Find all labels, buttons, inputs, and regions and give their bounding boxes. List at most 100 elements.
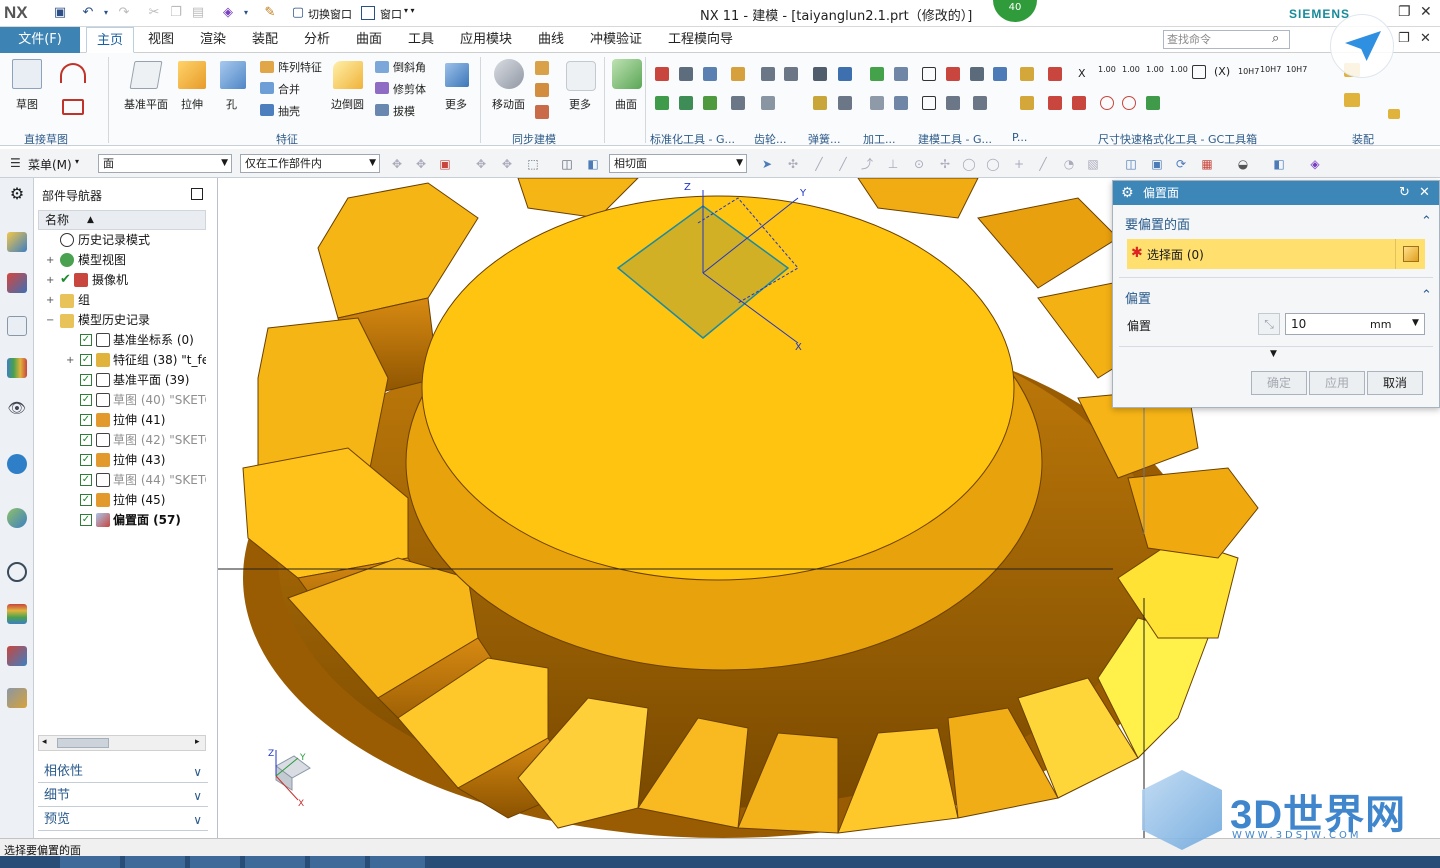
gc-tool-6-icon[interactable] bbox=[679, 96, 693, 110]
select-region-icon[interactable]: ⬚ bbox=[526, 157, 540, 171]
rotate-view-icon[interactable]: ⟳ bbox=[1174, 157, 1188, 171]
tree-item-sketch-42[interactable]: ✓ 草图 (42) "SKETC bbox=[80, 431, 206, 449]
dialog-gear-icon[interactable]: ⚙ bbox=[1121, 181, 1134, 205]
touch-mode-icon[interactable]: ✎ bbox=[262, 5, 278, 21]
p-tool-1-icon[interactable] bbox=[1020, 67, 1034, 81]
tab-surface[interactable]: 曲面 bbox=[356, 27, 382, 53]
info-icon[interactable] bbox=[7, 454, 27, 474]
section-faces-to-offset[interactable]: 要偏置的面 ⌃ bbox=[1125, 214, 1432, 233]
checkbox-checked-icon[interactable]: ✓ bbox=[80, 494, 92, 506]
tree-item-feature-group[interactable]: ✓特征组 (38) "t_fea bbox=[80, 351, 206, 369]
settings-gear-icon[interactable]: ⚙ bbox=[7, 184, 27, 204]
pattern-feature-icon[interactable] bbox=[260, 61, 274, 73]
spring-tool-2-icon[interactable] bbox=[838, 67, 852, 81]
chamfer-icon[interactable] bbox=[375, 61, 389, 73]
scroll-thumb[interactable] bbox=[57, 738, 109, 748]
gc-tool-1-icon[interactable] bbox=[655, 67, 669, 81]
snap-tool-3-icon[interactable]: ⤴ bbox=[860, 157, 874, 171]
tab-assembly[interactable]: 装配 bbox=[252, 27, 278, 53]
ok-button[interactable]: 确定 bbox=[1251, 371, 1307, 395]
gc-tool-8-icon[interactable] bbox=[731, 96, 745, 110]
machining-tool-3-icon[interactable] bbox=[870, 96, 884, 110]
machining-tool-4-icon[interactable] bbox=[894, 96, 908, 110]
tab-application[interactable]: 应用模块 bbox=[460, 27, 512, 53]
snap-mid-icon[interactable]: ╱ bbox=[836, 157, 850, 171]
tree-item-sketch-40[interactable]: ✓ 草图 (40) "SKETC bbox=[80, 391, 206, 409]
view-tool-3-icon[interactable]: ▦ bbox=[1200, 157, 1214, 171]
modeling-tool-6-icon[interactable] bbox=[946, 96, 960, 110]
close-doc-icon[interactable]: ✕ bbox=[1420, 31, 1431, 46]
repeat-dropdown-icon[interactable]: ▾ bbox=[238, 5, 254, 21]
scroll-right-icon[interactable]: ▸ bbox=[195, 737, 200, 747]
rectangle-icon[interactable] bbox=[62, 99, 84, 115]
more-features-button[interactable]: 更多 bbox=[445, 96, 467, 112]
dim-tag-6[interactable]: 10H7 bbox=[1260, 65, 1281, 74]
spring-tool-4-icon[interactable] bbox=[838, 96, 852, 110]
web-browser-icon[interactable] bbox=[7, 508, 27, 528]
shell-button[interactable]: 抽壳 bbox=[278, 103, 300, 119]
snap-tool-4-icon[interactable]: ⊥ bbox=[886, 157, 900, 171]
more-options-chevron-icon[interactable]: ▼ bbox=[1270, 349, 1277, 359]
window-icon[interactable] bbox=[361, 6, 375, 20]
unite-button[interactable]: 合并 bbox=[278, 81, 300, 97]
view-tool-5-icon[interactable]: ◈ bbox=[1308, 157, 1322, 171]
hole-button[interactable]: 孔 bbox=[226, 96, 237, 112]
draft-icon[interactable] bbox=[375, 104, 389, 116]
view-tool-4-icon[interactable]: ◧ bbox=[1272, 157, 1286, 171]
surface-icon[interactable] bbox=[612, 59, 642, 89]
select-tool-6-icon[interactable]: ◫ bbox=[560, 157, 574, 171]
save-icon[interactable]: ▣ bbox=[52, 5, 68, 21]
window-dropdown-icon[interactable]: ▾ ▾ bbox=[404, 6, 415, 15]
dialog-title-bar[interactable]: ⚙ 偏置面 ↻ ✕ bbox=[1113, 181, 1439, 205]
cut-icon[interactable]: ✂ bbox=[146, 5, 162, 21]
tree-item-datum-plane[interactable]: ✓ 基准平面 (39) bbox=[80, 371, 189, 389]
tab-tools[interactable]: 工具 bbox=[408, 27, 434, 53]
constraint-navigator-icon[interactable] bbox=[7, 273, 27, 293]
palette-icon[interactable] bbox=[7, 604, 27, 624]
dim-tool-5-icon[interactable] bbox=[1122, 96, 1136, 110]
switch-window-icon[interactable]: ▢ bbox=[290, 5, 306, 21]
spring-tool-3-icon[interactable] bbox=[813, 96, 827, 110]
checkbox-checked-icon[interactable]: ✓ bbox=[80, 334, 92, 346]
select-face-row[interactable]: ✱ 选择面 (0) bbox=[1127, 239, 1395, 269]
surface-button[interactable]: 曲面 bbox=[615, 96, 637, 112]
gc-tool-7-icon[interactable] bbox=[703, 96, 717, 110]
view-tool-1-icon[interactable]: ◫ bbox=[1124, 157, 1138, 171]
checkbox-checked-icon[interactable]: ✓ bbox=[80, 414, 92, 426]
move-face-button[interactable]: 移动面 bbox=[492, 96, 525, 112]
snap-tool-6-icon[interactable]: ✢ bbox=[938, 157, 952, 171]
select-tool-4-icon[interactable]: ✥ bbox=[474, 157, 488, 171]
gear-tool-1-icon[interactable] bbox=[761, 67, 775, 81]
p-tool-2-icon[interactable] bbox=[1020, 96, 1034, 110]
gear-tool-2-icon[interactable] bbox=[784, 67, 798, 81]
profile-icon[interactable] bbox=[60, 63, 86, 83]
panel-details[interactable]: 细节 ∨ bbox=[38, 785, 208, 807]
extrude-button[interactable]: 拉伸 bbox=[181, 96, 203, 112]
tree-item-cameras[interactable]: ✔ 摄像机 bbox=[60, 271, 128, 289]
role-icon[interactable] bbox=[7, 646, 27, 666]
modeling-tool-7-icon[interactable] bbox=[973, 96, 987, 110]
scroll-left-icon[interactable]: ◂ bbox=[42, 737, 47, 747]
snap-tool-2-icon[interactable]: ✣ bbox=[786, 157, 800, 171]
undo-dropdown-icon[interactable]: ▾ bbox=[98, 5, 114, 21]
collapse-section-icon[interactable]: ⌃ bbox=[1421, 288, 1432, 303]
sketch-button[interactable]: 草图 bbox=[16, 96, 38, 112]
navigator-column-header[interactable]: 名称 ▲ bbox=[38, 210, 206, 230]
navigator-horizontal-scrollbar[interactable]: ◂ ▸ bbox=[38, 735, 206, 751]
paste-icon[interactable]: ▤ bbox=[190, 5, 206, 21]
close-window-icon[interactable]: ✕ bbox=[1420, 4, 1432, 20]
menu-icon[interactable]: ☰ bbox=[10, 156, 21, 170]
modeling-tool-5-icon[interactable] bbox=[922, 96, 936, 110]
tab-die-validation[interactable]: 冲模验证 bbox=[590, 27, 642, 53]
gc-tool-3-icon[interactable] bbox=[703, 67, 717, 81]
dim-tool-2-icon[interactable] bbox=[1048, 96, 1062, 110]
gc-tool-2-icon[interactable] bbox=[679, 67, 693, 81]
tree-item-groups[interactable]: 组 bbox=[60, 291, 90, 309]
modeling-tool-3-icon[interactable] bbox=[970, 67, 984, 81]
gear-tool-3-icon[interactable] bbox=[761, 96, 775, 110]
section-offset[interactable]: 偏置 ⌃ bbox=[1125, 288, 1432, 307]
snap-quadrant-icon[interactable]: ◯ bbox=[986, 157, 1000, 171]
dim-x-label[interactable]: X bbox=[1078, 67, 1086, 80]
repeat-command-icon[interactable]: ◈ bbox=[220, 5, 236, 21]
view-triad-icon[interactable]: Z Y X bbox=[268, 749, 311, 809]
